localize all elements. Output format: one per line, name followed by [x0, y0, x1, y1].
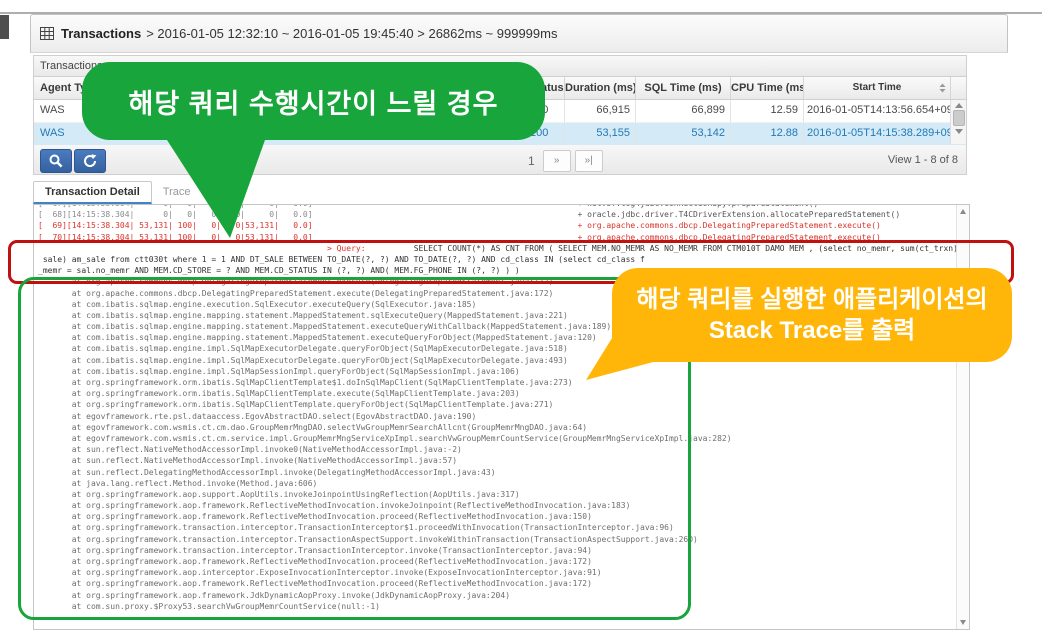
cell-cpu-time: 12.59	[731, 100, 804, 122]
next-page-button[interactable]: »	[543, 150, 571, 172]
green-callout-text: 해당 쿼리 수행시간이 느릴 경우	[129, 82, 499, 121]
col-sql-time[interactable]: SQL Time (ms)	[636, 77, 731, 99]
trace-line: at sun.reflect.NativeMethodAccessorImpl.…	[38, 455, 970, 466]
trace-line: at org.springframework.transaction.inter…	[38, 522, 970, 533]
scroll-down-icon[interactable]	[960, 620, 966, 625]
trace-line: at org.springframework.orm.ibatis.SqlMap…	[38, 388, 970, 399]
detail-tabs: Transaction Detail Trace Stack	[33, 181, 251, 204]
search-icon	[48, 153, 64, 169]
left-edge-fragment	[0, 15, 9, 39]
trace-line: at org.springframework.aop.interceptor.E…	[38, 567, 970, 578]
trace-line: at egovframework.com.wsmis.ct.cm.dao.Gro…	[38, 422, 970, 433]
col-cpu-time[interactable]: CPU Time (ms)	[731, 77, 804, 99]
trace-line: at org.springframework.aop.framework.Ref…	[38, 578, 970, 589]
trace-line: at com.ibatis.sqlmap.engine.impl.SqlMapS…	[38, 366, 970, 377]
tab-label: Transaction Detail	[45, 186, 140, 198]
trace-line: at egovframework.rte.psl.dataaccess.Egov…	[38, 411, 970, 422]
tab[interactable]: Stack	[201, 181, 251, 204]
cell-cpu-time: 12.88	[731, 123, 804, 145]
table-scrollbar[interactable]	[950, 100, 966, 144]
cell-sql-time: 66,899	[636, 100, 731, 122]
sort-icon[interactable]	[937, 82, 948, 94]
trace-line: [ 69][14:15:38.304| 53,131| 100| 0| 0|53…	[38, 220, 970, 231]
cell-start-time: 2016-01-05T14:13:56.654+09:00	[804, 100, 951, 122]
trace-line: [ 70][14:15:38.304| 53,131| 100| 0| 0|53…	[38, 232, 970, 243]
trace-line: at org.springframework.aop.support.AopUt…	[38, 489, 970, 500]
trace-content: [ 67][14:15:38.304| 0| 0| 0| 0| 0| 0.0] …	[38, 204, 970, 612]
scroll-down-icon[interactable]	[955, 129, 963, 134]
trace-line: at org.springframework.orm.ibatis.SqlMap…	[38, 399, 970, 410]
refresh-icon	[82, 153, 98, 169]
trace-line: at sun.reflect.NativeMethodAccessorImpl.…	[38, 444, 970, 455]
tab[interactable]: Transaction Detail	[33, 181, 152, 204]
last-page-button[interactable]: »|	[575, 150, 603, 172]
cell-duration: 66,915	[565, 100, 636, 122]
trace-line: at org.springframework.transaction.inter…	[38, 534, 970, 545]
scrollbar-thumb[interactable]	[953, 110, 965, 126]
trace-line: at org.springframework.aop.framework.Ref…	[38, 556, 970, 567]
pagination: 1 » »|	[528, 150, 607, 172]
trace-line: at org.springframework.transaction.inter…	[38, 545, 970, 556]
cell-duration: 53,155	[565, 123, 636, 145]
trace-line: at org.springframework.aop.framework.Ref…	[38, 500, 970, 511]
search-button[interactable]	[40, 149, 72, 173]
pager-bar: 1 » »| View 1 - 8 of 8	[33, 145, 967, 175]
orange-callout-line2: Stack Trace를 출력	[709, 315, 915, 346]
trace-line: at org.springframework.aop.framework.Ref…	[38, 511, 970, 522]
orange-callout: 해당 쿼리를 실행한 애플리케이션의 Stack Trace를 출력	[612, 268, 1012, 362]
green-callout: 해당 쿼리 수행시간이 느릴 경우	[82, 62, 545, 140]
cell-sql-time: 53,142	[636, 123, 731, 145]
col-start-time-label: Start Time	[853, 82, 902, 93]
scroll-up-icon[interactable]	[960, 209, 966, 214]
trace-line: > Query: SELECT COUNT(*) AS CNT FROM ( S…	[38, 243, 970, 254]
scroll-up-icon[interactable]	[955, 103, 963, 108]
trace-line: sale) am_sale from ctt030t where 1 = 1 A…	[38, 254, 970, 265]
page-title: Transactions	[61, 26, 141, 41]
tab-label: Stack	[212, 186, 240, 198]
tab-label: Trace	[163, 186, 191, 198]
trace-line: at org.springframework.orm.ibatis.SqlMap…	[38, 377, 970, 388]
refresh-button[interactable]	[74, 149, 106, 173]
breadcrumb: > 2016-01-05 12:32:10 ~ 2016-01-05 19:45…	[146, 26, 557, 41]
view-status: View 1 - 8 of 8	[888, 154, 958, 166]
trace-line: at egovframework.com.wsmis.ct.cm.service…	[38, 433, 970, 444]
orange-callout-line1: 해당 쿼리를 실행한 애플리케이션의	[636, 284, 987, 315]
cell-start-time: 2016-01-05T14:15:38.289+09:00	[804, 123, 951, 145]
trace-line: at com.sun.proxy.$Proxy53.searchVwGroupM…	[38, 601, 970, 612]
trace-line: at java.lang.reflect.Method.invoke(Metho…	[38, 478, 970, 489]
window-header: Transactions > 2016-01-05 12:32:10 ~ 201…	[30, 14, 1008, 53]
trace-line: at sun.reflect.DelegatingMethodAccessorI…	[38, 467, 970, 478]
col-duration[interactable]: Duration (ms)	[565, 77, 636, 99]
trace-line: [ 68][14:15:38.304| 0| 0| 0| 0| 0| 0.0] …	[38, 209, 970, 220]
grid-icon	[40, 27, 54, 40]
tab[interactable]: Trace	[152, 181, 202, 204]
col-start-time[interactable]: Start Time	[804, 77, 951, 99]
page-number: 1	[528, 154, 535, 168]
trace-line: at org.springframework.aop.framework.Jdk…	[38, 590, 970, 601]
